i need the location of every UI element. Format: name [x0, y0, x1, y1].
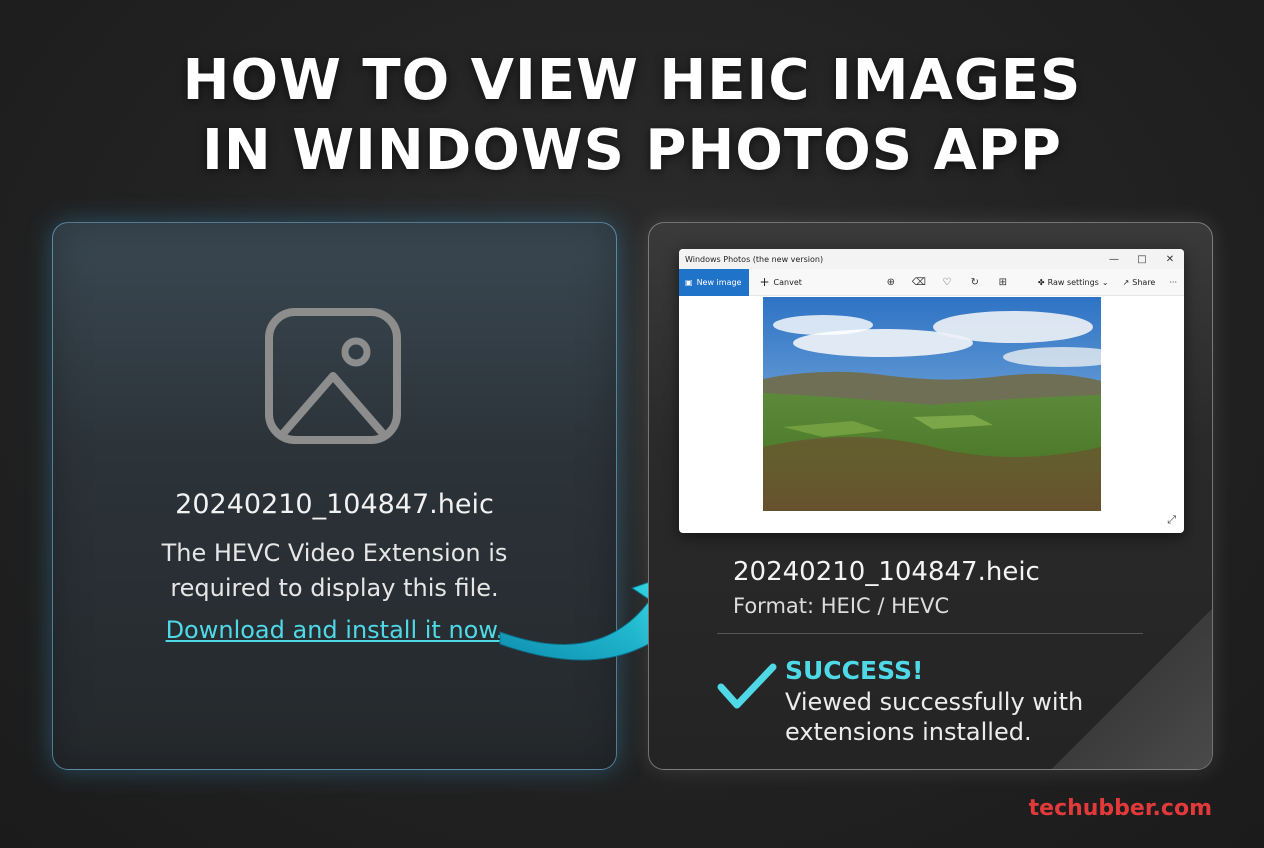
headline: HOW TO VIEW HEIC IMAGES IN WINDOWS PHOTO… — [0, 46, 1264, 186]
window-title: Windows Photos (the new version) — [685, 254, 824, 264]
landscape-photo — [763, 297, 1101, 511]
raw-settings-button[interactable]: ✤ Raw settings ⌄ — [1031, 278, 1116, 287]
headline-line-2: IN WINDOWS PHOTOS APP — [202, 118, 1062, 183]
maximize-icon[interactable]: □ — [1128, 254, 1156, 265]
error-filename: 20240210_104847.heic — [175, 489, 494, 520]
divider — [717, 633, 1143, 634]
settings-icon: ✤ — [1037, 277, 1045, 287]
zoom-icon[interactable]: ⊕ — [877, 277, 905, 288]
broken-image-icon — [265, 308, 401, 444]
success-message-line-1: Viewed successfully with — [785, 688, 1084, 716]
success-panel: Windows Photos (the new version) — □ ✕ ▣… — [648, 222, 1213, 770]
brand-watermark: techubber.com — [1028, 796, 1212, 821]
canvas-button[interactable]: + Canvet — [749, 275, 801, 289]
checkmark-icon — [717, 663, 777, 709]
share-label: Share — [1132, 277, 1156, 287]
rotate-icon[interactable]: ↻ — [961, 277, 989, 288]
image-icon: ▣ — [685, 277, 693, 287]
success-message: Viewed successfully with extensions inst… — [785, 687, 1083, 747]
chevron-down-icon: ⌄ — [1101, 277, 1109, 287]
canvas-label: Canvet — [773, 277, 802, 287]
share-icon: ↗ — [1122, 277, 1130, 287]
photos-app-window: Windows Photos (the new version) — □ ✕ ▣… — [679, 249, 1184, 533]
heart-icon[interactable]: ♡ — [933, 277, 961, 288]
raw-settings-label: Raw settings — [1047, 277, 1099, 287]
success-title: SUCCESS! — [785, 656, 924, 685]
window-titlebar: Windows Photos (the new version) — □ ✕ — [679, 249, 1184, 269]
crop-icon[interactable]: ⊞ — [989, 277, 1017, 288]
share-button[interactable]: ↗ Share — [1116, 278, 1163, 287]
delete-icon[interactable]: ⌫ — [905, 277, 933, 288]
success-filename: 20240210_104847.heic — [733, 557, 1040, 587]
new-image-button[interactable]: ▣ New image — [679, 268, 750, 296]
success-message-line-2: extensions installed. — [785, 718, 1032, 746]
headline-line-1: HOW TO VIEW HEIC IMAGES — [182, 48, 1082, 113]
close-icon[interactable]: ✕ — [1156, 254, 1184, 265]
error-panel: 20240210_104847.heic The HEVC Video Exte… — [52, 222, 617, 770]
photos-toolbar: ▣ New image + Canvet ⊕ ⌫ ♡ ↻ ⊞ ✤ Raw set… — [679, 268, 1184, 296]
new-image-label: New image — [696, 277, 742, 287]
minimize-icon[interactable]: — — [1100, 254, 1128, 265]
file-format: Format: HEIC / HEVC — [733, 594, 950, 618]
expand-icon[interactable]: ⤢ — [1167, 513, 1176, 527]
more-options-icon[interactable]: ··· — [1162, 278, 1184, 287]
plus-icon: + — [759, 275, 770, 289]
